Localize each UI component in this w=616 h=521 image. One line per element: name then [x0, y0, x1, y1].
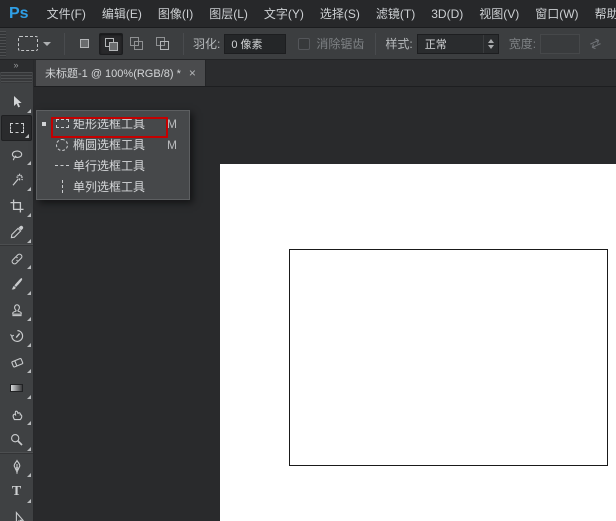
lasso-tool[interactable] — [0, 141, 33, 167]
path-selection-tool[interactable] — [0, 505, 33, 521]
style-select[interactable]: 正常 — [417, 34, 499, 54]
swap-dimensions-icon: ⇄ — [587, 34, 604, 53]
new-selection-button[interactable] — [73, 33, 97, 55]
rectangular-marquee-icon — [10, 123, 24, 133]
spot-healing-brush-tool[interactable] — [0, 245, 33, 271]
separator — [375, 33, 376, 55]
pen-tool[interactable] — [0, 453, 33, 479]
flyout-item-rectangular-marquee[interactable]: 矩形选框工具 M — [37, 113, 189, 134]
document-tab-bar: 未标题-1 @ 100%(RGB/8) * × — [34, 60, 616, 86]
tools-panel: » — [0, 60, 34, 521]
menu-edit[interactable]: 编辑(E) — [94, 0, 150, 28]
antialias-label: 消除锯齿 — [316, 35, 364, 52]
feather-input[interactable]: 0 像素 — [224, 34, 286, 54]
new-selection-icon — [80, 39, 89, 48]
tab-close-icon[interactable]: × — [189, 67, 196, 79]
eraser-icon — [9, 354, 25, 370]
style-value: 正常 — [425, 36, 447, 52]
rectangular-marquee-icon — [18, 36, 38, 51]
antialias-checkbox[interactable] — [298, 38, 310, 50]
single-row-marquee-icon — [51, 165, 73, 166]
rectangular-marquee-icon — [51, 119, 73, 128]
menu-view[interactable]: 视图(V) — [471, 0, 527, 28]
select-arrows-icon — [483, 35, 498, 53]
dodge-icon — [9, 432, 25, 448]
history-brush-icon — [9, 328, 25, 344]
eraser-tool[interactable] — [0, 349, 33, 375]
quick-selection-tool[interactable] — [0, 167, 33, 193]
crop-tool[interactable] — [0, 193, 33, 219]
document-tab[interactable]: 未标题-1 @ 100%(RGB/8) * × — [36, 60, 206, 86]
menu-bar: Ps 文件(F) 编辑(E) 图像(I) 图层(L) 文字(Y) 选择(S) 滤… — [0, 0, 616, 28]
clone-stamp-tool[interactable] — [0, 297, 33, 323]
options-bar: 羽化: 0 像素 消除锯齿 样式: 正常 宽度: ⇄ — [0, 28, 616, 60]
gradient-icon — [10, 384, 23, 392]
menu-help[interactable]: 帮助 — [587, 0, 616, 28]
ps-logo: Ps — [0, 5, 39, 23]
crop-icon — [9, 198, 25, 214]
move-tool[interactable] — [0, 89, 33, 115]
type-icon: T — [12, 484, 21, 500]
menu-select[interactable]: 选择(S) — [312, 0, 368, 28]
photoshop-window: Ps 文件(F) 编辑(E) 图像(I) 图层(L) 文字(Y) 选择(S) 滤… — [0, 0, 616, 521]
document-canvas[interactable] — [220, 164, 616, 521]
feather-label: 羽化: — [193, 35, 220, 52]
separator — [64, 33, 65, 55]
marquee-tools-flyout: 矩形选框工具 M 椭圆选框工具 M 单行选框工具 单列选框工具 — [36, 110, 190, 200]
menu-layer[interactable]: 图层(L) — [201, 0, 256, 28]
style-label: 样式: — [385, 35, 412, 52]
smudge-tool[interactable] — [0, 401, 33, 427]
healing-brush-icon — [9, 251, 25, 267]
feather-value: 0 像素 — [231, 36, 262, 52]
eyedropper-tool[interactable] — [0, 219, 33, 245]
move-icon — [9, 94, 25, 110]
single-column-marquee-icon — [51, 180, 73, 193]
history-brush-tool[interactable] — [0, 323, 33, 349]
chevron-down-icon — [43, 42, 51, 46]
menu-image[interactable]: 图像(I) — [150, 0, 201, 28]
dodge-tool[interactable] — [0, 427, 33, 453]
pen-icon — [9, 459, 25, 475]
toolbar-collapse-button[interactable]: » — [0, 60, 33, 72]
current-tool-bullet — [37, 122, 51, 126]
rectangular-marquee-tool[interactable] — [1, 115, 32, 141]
menu-type[interactable]: 文字(Y) — [256, 0, 312, 28]
drawn-rectangle — [289, 249, 608, 466]
menu-filter[interactable]: 滤镜(T) — [368, 0, 423, 28]
flyout-item-elliptical-marquee[interactable]: 椭圆选框工具 M — [37, 134, 189, 155]
elliptical-marquee-icon — [51, 139, 73, 151]
document-tab-title: 未标题-1 @ 100%(RGB/8) * — [45, 65, 181, 81]
stamp-icon — [9, 302, 25, 318]
add-to-selection-button[interactable] — [99, 33, 123, 55]
smudge-finger-icon — [9, 406, 25, 422]
flyout-item-single-row-marquee[interactable]: 单行选框工具 — [37, 155, 189, 176]
magic-wand-icon — [9, 172, 25, 188]
subtract-from-selection-button[interactable] — [125, 33, 149, 55]
menu-3d[interactable]: 3D(D) — [423, 0, 471, 28]
menu-file[interactable]: 文件(F) — [39, 0, 94, 28]
width-label: 宽度: — [509, 35, 536, 52]
width-input[interactable] — [540, 34, 580, 54]
toolbar-gripper — [1, 72, 32, 83]
options-gripper — [0, 31, 6, 57]
gradient-tool[interactable] — [0, 375, 33, 401]
path-selection-icon — [9, 510, 25, 521]
menu-window[interactable]: 窗口(W) — [527, 0, 586, 28]
lasso-icon — [9, 146, 25, 162]
intersect-selection-button[interactable] — [151, 33, 175, 55]
brush-tool[interactable] — [0, 271, 33, 297]
flyout-item-single-column-marquee[interactable]: 单列选框工具 — [37, 176, 189, 197]
tool-preset-picker[interactable] — [12, 34, 57, 53]
brush-icon — [9, 276, 25, 292]
eyedropper-icon — [9, 224, 25, 240]
separator — [183, 33, 184, 55]
type-tool[interactable]: T — [0, 479, 33, 505]
